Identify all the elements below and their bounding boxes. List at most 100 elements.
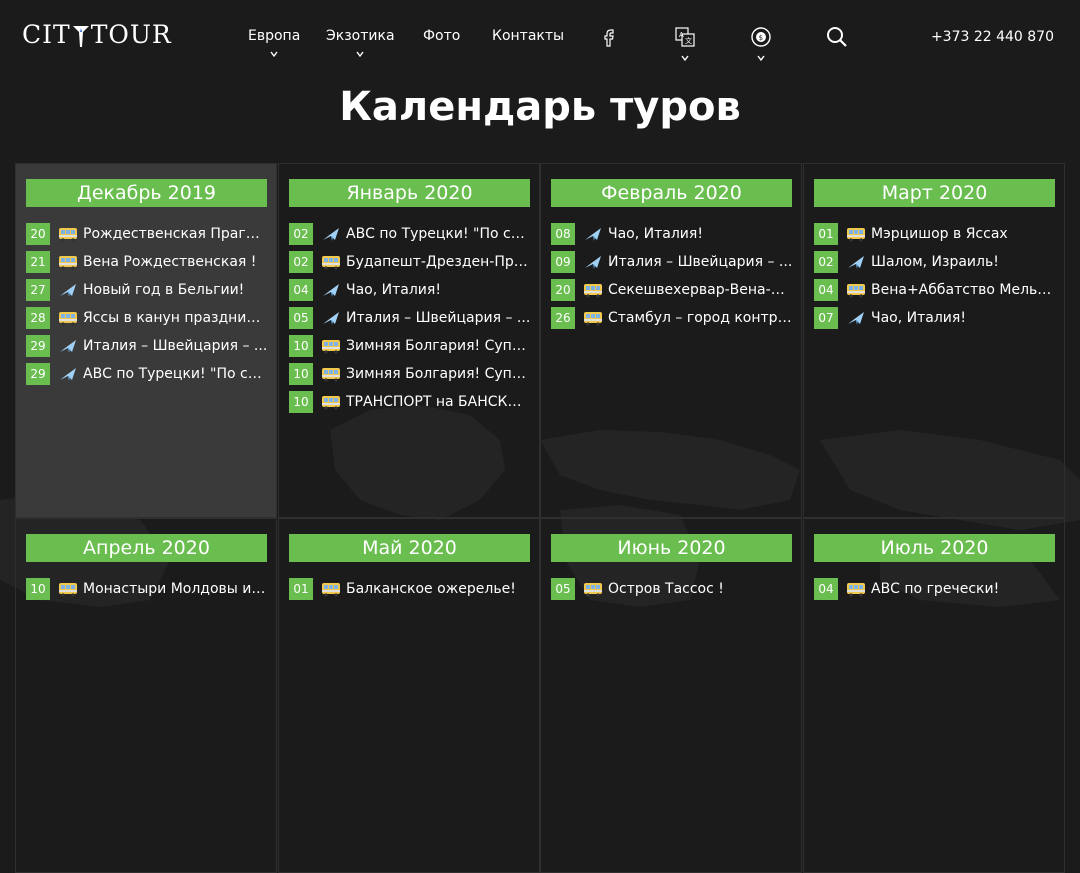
- tour-item[interactable]: 29 Италия – Швейцария – ...: [26, 335, 271, 357]
- svg-text:A: A: [679, 31, 684, 39]
- tour-name[interactable]: Зимняя Болгария! Супер...: [346, 338, 531, 354]
- tour-item[interactable]: 20 Секешвехервар-Вена-Бу...: [551, 279, 796, 301]
- tour-item[interactable]: 29 АВС по Турецки! "По сле...: [26, 363, 271, 385]
- tour-name[interactable]: АВС по Турецки! "По сле...: [83, 366, 268, 382]
- search-icon[interactable]: [826, 26, 848, 48]
- tour-name[interactable]: ТРАНСПОРТ на БАНСКО...: [346, 394, 531, 410]
- citytour-logo[interactable]: CIT TOUR: [22, 20, 172, 49]
- tour-name[interactable]: Чао, Италия!: [346, 282, 441, 298]
- tour-item[interactable]: 04 Чао, Италия!: [289, 279, 534, 301]
- tour-name[interactable]: Балканское ожерелье!: [346, 581, 516, 597]
- month-title: Декабрь 2019: [26, 179, 267, 207]
- tour-item[interactable]: 10 Зимняя Болгария! Супер...: [289, 363, 534, 385]
- plane-icon: [58, 338, 78, 354]
- tour-item[interactable]: 10 Монастыри Молдовы и ...: [26, 578, 271, 600]
- nav-contacts-label: Контакты: [492, 28, 565, 44]
- tour-item[interactable]: 21 Вена Рождественская !: [26, 251, 271, 273]
- tour-day-badge: 20: [26, 223, 50, 245]
- top-navigation: CIT TOUR Европа Экзотика Фото Контакты A…: [0, 0, 1080, 80]
- tour-item[interactable]: 07 Чао, Италия!: [814, 307, 1059, 329]
- tour-name[interactable]: Яссы в канун праздников: [83, 310, 268, 326]
- tour-name[interactable]: Чао, Италия!: [608, 226, 703, 242]
- tour-day-badge: 01: [289, 578, 313, 600]
- tour-name[interactable]: АВС по гречески!: [871, 581, 999, 597]
- tour-name[interactable]: АВС по Турецки! "По сле...: [346, 226, 531, 242]
- month-card-december-2019: Декабрь 2019 20 Рождественская Прага...! 21…: [15, 163, 277, 518]
- tour-name[interactable]: Вена+Аббатство Мельк ...: [871, 282, 1056, 298]
- translate-icon[interactable]: A文: [674, 26, 696, 62]
- tour-item[interactable]: 04 Вена+Аббатство Мельк ...: [814, 279, 1059, 301]
- tour-name[interactable]: Зимняя Болгария! Супер...: [346, 366, 531, 382]
- tour-name[interactable]: Стамбул – город контрас...: [608, 310, 793, 326]
- tour-name[interactable]: Будапешт-Дрезден-Праг...: [346, 254, 531, 270]
- plane-icon: [321, 226, 341, 242]
- plane-icon: [583, 254, 603, 270]
- tour-day-badge: 08: [551, 223, 575, 245]
- month-title: Апрель 2020: [26, 534, 267, 562]
- tour-item[interactable]: 09 Италия – Швейцария – ...: [551, 251, 796, 273]
- tour-day-badge: 02: [289, 251, 313, 273]
- tour-day-badge: 27: [26, 279, 50, 301]
- tour-name[interactable]: Вена Рождественская !: [83, 254, 256, 270]
- tour-day-badge: 10: [289, 363, 313, 385]
- nav-photo[interactable]: Фото: [423, 28, 460, 44]
- tour-day-badge: 29: [26, 363, 50, 385]
- bus-icon: [583, 310, 603, 326]
- month-title: Январь 2020: [289, 179, 530, 207]
- bus-icon: [321, 581, 341, 597]
- tour-item[interactable]: 01 Балканское ожерелье!: [289, 578, 534, 600]
- nav-exotic[interactable]: Экзотика: [326, 28, 395, 58]
- plane-icon: [58, 366, 78, 382]
- tour-item[interactable]: 02 Шалом, Израиль!: [814, 251, 1059, 273]
- bus-icon: [846, 282, 866, 298]
- month-title: Май 2020: [289, 534, 530, 562]
- plane-icon: [583, 226, 603, 242]
- tour-name[interactable]: Шалом, Израиль!: [871, 254, 999, 270]
- phone-number[interactable]: +373 22 440 870: [931, 29, 1054, 45]
- bus-icon: [321, 338, 341, 354]
- bus-icon: [321, 366, 341, 382]
- bus-icon: [321, 394, 341, 410]
- tour-item[interactable]: 02 АВС по Турецки! "По сле...: [289, 223, 534, 245]
- tour-name[interactable]: Секешвехервар-Вена-Бу...: [608, 282, 793, 298]
- tour-day-badge: 02: [289, 223, 313, 245]
- currency-icon[interactable]: $: [750, 26, 772, 62]
- tour-name[interactable]: Новый год в Бельгии!: [83, 282, 244, 298]
- tour-name[interactable]: Монастыри Молдовы и ...: [83, 581, 268, 597]
- tour-item[interactable]: 05 Италия – Швейцария – ...: [289, 307, 534, 329]
- logo-eiffel-icon: [72, 22, 90, 48]
- tour-item[interactable]: 05 Остров Тассос !: [551, 578, 796, 600]
- tour-name[interactable]: Мэрцишор в Яссах: [871, 226, 1008, 242]
- nav-europe[interactable]: Европа: [248, 28, 300, 58]
- page-title: Календарь туров: [339, 84, 741, 130]
- tour-item[interactable]: 01 Мэрцишор в Яссах: [814, 223, 1059, 245]
- month-title: Июнь 2020: [551, 534, 792, 562]
- tour-name[interactable]: Италия – Швейцария – ...: [83, 338, 267, 354]
- plane-icon: [846, 254, 866, 270]
- tour-name[interactable]: Италия – Швейцария – ...: [346, 310, 530, 326]
- facebook-icon[interactable]: [598, 26, 620, 48]
- tour-item[interactable]: 27 Новый год в Бельгии!: [26, 279, 271, 301]
- tour-item[interactable]: 04 АВС по гречески!: [814, 578, 1059, 600]
- tour-day-badge: 05: [289, 307, 313, 329]
- tour-day-badge: 26: [551, 307, 575, 329]
- tour-item[interactable]: 20 Рождественская Прага...!: [26, 223, 271, 245]
- tour-item[interactable]: 10 ТРАНСПОРТ на БАНСКО...: [289, 391, 534, 413]
- tour-day-badge: 29: [26, 335, 50, 357]
- bus-icon: [58, 310, 78, 326]
- tour-name[interactable]: Италия – Швейцария – ...: [608, 254, 792, 270]
- plane-icon: [321, 310, 341, 326]
- tour-item[interactable]: 26 Стамбул – город контрас...: [551, 307, 796, 329]
- tour-name[interactable]: Чао, Италия!: [871, 310, 966, 326]
- nav-photo-label: Фото: [423, 28, 461, 44]
- tour-item[interactable]: 02 Будапешт-Дрезден-Праг...: [289, 251, 534, 273]
- tour-name[interactable]: Рождественская Прага...!: [83, 226, 268, 242]
- tour-name[interactable]: Остров Тассос !: [608, 581, 724, 597]
- nav-contacts[interactable]: Контакты: [492, 28, 564, 44]
- tour-item[interactable]: 10 Зимняя Болгария! Супер...: [289, 335, 534, 357]
- tour-item[interactable]: 28 Яссы в канун праздников: [26, 307, 271, 329]
- tour-item[interactable]: 08 Чао, Италия!: [551, 223, 796, 245]
- bus-icon: [321, 254, 341, 270]
- month-title: Июль 2020: [814, 534, 1055, 562]
- chevron-down-icon: [757, 55, 765, 62]
